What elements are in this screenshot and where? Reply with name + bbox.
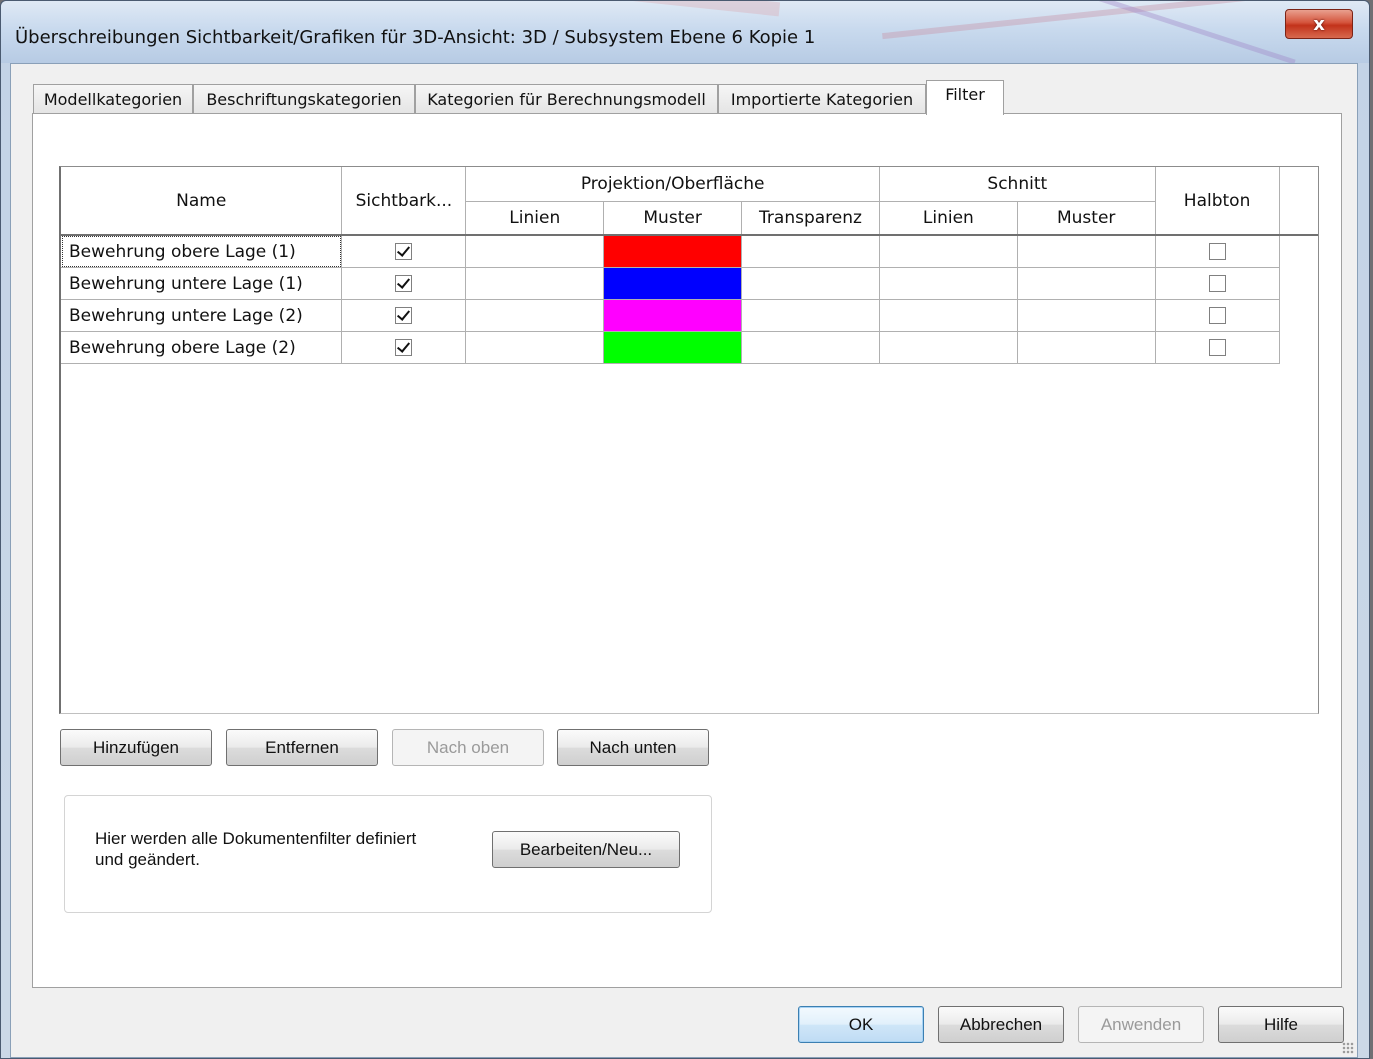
column-header-proj-lines[interactable]: Linien (465, 201, 605, 236)
column-group-projection: Projektion/Oberfläche (465, 167, 880, 202)
cut-pattern-cell[interactable] (1017, 235, 1156, 268)
tab-filter[interactable]: Filter (926, 80, 1004, 115)
filter-tab-panel: Name Sichtbark... Projektion/Oberfläche … (32, 113, 1342, 988)
halftone-checkbox[interactable] (1208, 275, 1226, 292)
column-header-proj-transparency[interactable]: Transparenz (741, 201, 880, 236)
halftone-cell[interactable] (1155, 331, 1280, 364)
help-button[interactable]: Hilfe (1218, 1006, 1344, 1043)
tab-modellkategorien[interactable]: Modellkategorien (33, 84, 193, 114)
pattern-color-swatch[interactable] (604, 300, 742, 331)
halftone-cell[interactable] (1155, 267, 1280, 300)
column-header-cut-lines[interactable]: Linien (879, 201, 1018, 236)
proj-transparency-cell[interactable] (741, 235, 880, 268)
visibility-cell[interactable] (341, 299, 467, 332)
edit-new-filter-button[interactable]: Bearbeiten/Neu... (492, 831, 680, 868)
proj-pattern-cell[interactable] (603, 331, 743, 364)
filter-name[interactable]: Bewehrung obere Lage (2) (61, 331, 343, 364)
move-down-button[interactable]: Nach unten (557, 729, 709, 766)
visibility-cell[interactable] (341, 235, 467, 268)
visibility-checkbox[interactable] (395, 275, 413, 292)
table-row[interactable]: Bewehrung obere Lage (1) (61, 235, 1318, 268)
cancel-button[interactable]: Abbrechen (938, 1006, 1064, 1043)
cut-lines-cell[interactable] (879, 299, 1018, 332)
window-title: Überschreibungen Sichtbarkeit/Grafiken f… (15, 27, 816, 48)
visibility-checkbox[interactable] (395, 339, 413, 356)
halftone-checkbox[interactable] (1208, 243, 1226, 260)
proj-lines-cell[interactable] (465, 299, 605, 332)
move-up-button[interactable]: Nach oben (392, 729, 544, 766)
column-header-filler (1279, 167, 1318, 236)
proj-pattern-cell[interactable] (603, 267, 743, 300)
halftone-cell[interactable] (1155, 235, 1280, 268)
table-row[interactable]: Bewehrung untere Lage (2) (61, 299, 1318, 332)
resize-grip[interactable] (1342, 1042, 1354, 1054)
halftone-checkbox[interactable] (1208, 307, 1226, 324)
add-filter-button[interactable]: Hinzufügen (60, 729, 212, 766)
dialog-window: Überschreibungen Sichtbarkeit/Grafiken f… (0, 0, 1370, 1059)
tab-importierte-kategorien[interactable]: Importierte Kategorien (718, 84, 926, 114)
halftone-checkbox[interactable] (1208, 339, 1226, 356)
pattern-color-swatch[interactable] (604, 332, 742, 363)
remove-filter-button[interactable]: Entfernen (226, 729, 378, 766)
column-header-visibility[interactable]: Sichtbark... (341, 167, 467, 236)
cut-lines-cell[interactable] (879, 267, 1018, 300)
column-header-name[interactable]: Name (61, 167, 343, 236)
close-button[interactable]: x (1285, 9, 1353, 39)
apply-button[interactable]: Anwenden (1078, 1006, 1204, 1043)
proj-pattern-cell[interactable] (603, 235, 743, 268)
tab-beschriftungskategorien[interactable]: Beschriftungskategorien (193, 84, 415, 114)
cut-pattern-cell[interactable] (1017, 299, 1156, 332)
document-filter-info-box: Hier werden alle Dokumentenfilter defini… (64, 795, 712, 913)
cut-pattern-cell[interactable] (1017, 267, 1156, 300)
column-header-halftone[interactable]: Halbton (1155, 167, 1280, 236)
proj-transparency-cell[interactable] (741, 331, 880, 364)
tab-berechnungsmodell[interactable]: Kategorien für Berechnungsmodell (415, 84, 718, 114)
filter-name[interactable]: Bewehrung obere Lage (1) (61, 235, 343, 268)
ok-button[interactable]: OK (798, 1006, 924, 1043)
pattern-color-swatch[interactable] (604, 268, 742, 299)
visibility-cell[interactable] (341, 267, 467, 300)
info-text: Hier werden alle Dokumentenfilter defini… (95, 829, 417, 869)
proj-lines-cell[interactable] (465, 331, 605, 364)
proj-lines-cell[interactable] (465, 267, 605, 300)
proj-transparency-cell[interactable] (741, 267, 880, 300)
filter-table: Name Sichtbark... Projektion/Oberfläche … (61, 167, 1318, 364)
column-header-proj-pattern[interactable]: Muster (603, 201, 743, 236)
column-header-cut-pattern[interactable]: Muster (1017, 201, 1156, 236)
dialog-client: Modellkategorien Beschriftungskategorien… (10, 63, 1358, 1058)
close-icon: x (1313, 13, 1325, 35)
table-row[interactable]: Bewehrung obere Lage (2) (61, 331, 1318, 364)
halftone-cell[interactable] (1155, 299, 1280, 332)
visibility-cell[interactable] (341, 331, 467, 364)
visibility-checkbox[interactable] (395, 243, 413, 260)
table-row[interactable]: Bewehrung untere Lage (1) (61, 267, 1318, 300)
proj-pattern-cell[interactable] (603, 299, 743, 332)
visibility-checkbox[interactable] (395, 307, 413, 324)
cut-pattern-cell[interactable] (1017, 331, 1156, 364)
proj-lines-cell[interactable] (465, 235, 605, 268)
filter-grid[interactable]: Name Sichtbark... Projektion/Oberfläche … (59, 166, 1319, 714)
column-group-cut: Schnitt (879, 167, 1156, 202)
cut-lines-cell[interactable] (879, 331, 1018, 364)
cut-lines-cell[interactable] (879, 235, 1018, 268)
filter-name[interactable]: Bewehrung untere Lage (2) (61, 299, 343, 332)
title-bar[interactable]: Überschreibungen Sichtbarkeit/Grafiken f… (1, 1, 1369, 63)
proj-transparency-cell[interactable] (741, 299, 880, 332)
pattern-color-swatch[interactable] (604, 236, 742, 267)
filter-name[interactable]: Bewehrung untere Lage (1) (61, 267, 343, 300)
